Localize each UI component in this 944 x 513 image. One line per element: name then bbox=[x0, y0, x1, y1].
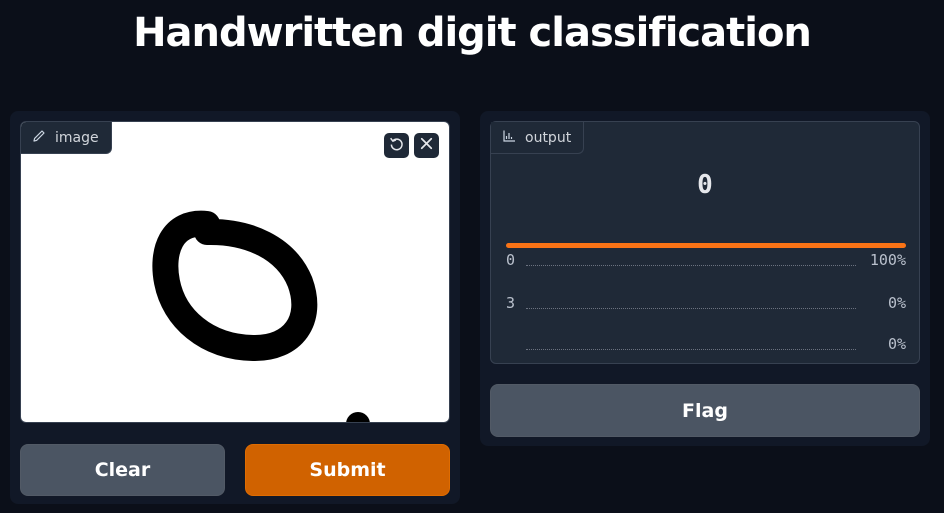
digit-drawing bbox=[152, 210, 370, 422]
confidence-row: 3 0% bbox=[506, 294, 906, 316]
confidence-bar bbox=[506, 243, 906, 248]
pencil-icon bbox=[31, 128, 47, 148]
close-icon bbox=[418, 135, 435, 156]
predicted-label: 0 bbox=[697, 170, 713, 200]
confidence-value: 100% bbox=[869, 251, 906, 269]
dotted-leader bbox=[526, 265, 856, 266]
sketchpad-canvas[interactable]: image bbox=[20, 121, 450, 423]
bar-chart-icon bbox=[501, 128, 517, 148]
flag-button[interactable]: Flag bbox=[490, 384, 920, 437]
undo-icon bbox=[388, 135, 405, 156]
image-label: image bbox=[55, 129, 99, 146]
confidence-value: 0% bbox=[887, 294, 906, 312]
dotted-leader bbox=[526, 349, 856, 350]
confidence-row: 0 100% bbox=[506, 243, 906, 273]
clear-button[interactable]: Clear bbox=[20, 444, 225, 496]
confidence-value: 0% bbox=[887, 335, 906, 353]
dotted-leader bbox=[526, 308, 856, 309]
confidence-label: 0 bbox=[506, 251, 516, 269]
output-label: output bbox=[525, 129, 572, 146]
undo-button[interactable] bbox=[384, 133, 409, 158]
image-label-tag: image bbox=[21, 122, 112, 154]
submit-button[interactable]: Submit bbox=[245, 444, 450, 496]
confidence-label: 3 bbox=[506, 294, 516, 312]
close-button[interactable] bbox=[414, 133, 439, 158]
confidence-row: 0% bbox=[506, 335, 906, 357]
page-title: Handwritten digit classification bbox=[133, 10, 812, 56]
output-label-tag: output bbox=[491, 122, 585, 154]
output-label-box: output 0 0 100% 3 0% 0% bbox=[490, 121, 920, 364]
